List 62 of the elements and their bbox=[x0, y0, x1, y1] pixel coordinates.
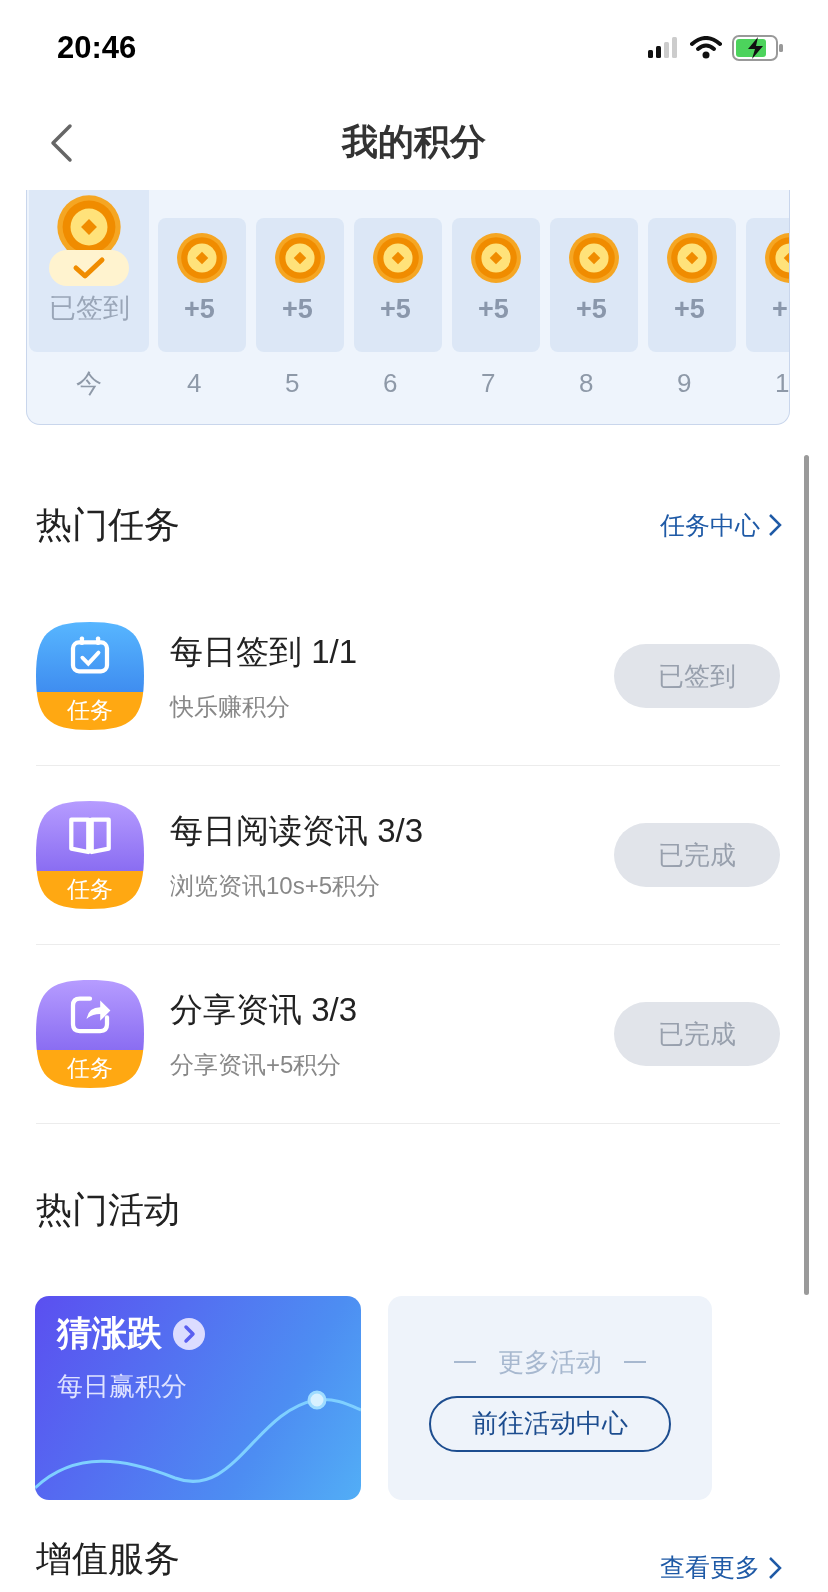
reward-label: +5 bbox=[477, 294, 509, 325]
day-tile[interactable]: 已签到 bbox=[29, 190, 149, 352]
promo-subtitle: 每日赢积分 bbox=[57, 1370, 188, 1403]
promo-card[interactable]: 猜涨跌 每日赢积分 bbox=[35, 1296, 361, 1500]
signal-icon bbox=[648, 35, 680, 60]
task-subtitle: 浏览资讯10s+5积分 bbox=[170, 870, 382, 901]
section-title: 热门任务 bbox=[36, 502, 180, 547]
coin-icon bbox=[568, 232, 620, 284]
view-more-link[interactable]: 查看更多 bbox=[660, 1551, 782, 1584]
promo-title: 猜涨跌 bbox=[57, 1312, 162, 1354]
check-icon bbox=[49, 250, 129, 286]
page-title: 我的积分 bbox=[342, 120, 486, 164]
status-time: 20:46 bbox=[57, 29, 137, 66]
coin-icon bbox=[176, 232, 228, 284]
day-label: 今 bbox=[75, 367, 103, 400]
task-label: 任务 bbox=[66, 695, 114, 725]
coin-icon bbox=[470, 232, 522, 284]
arrow-circle-icon bbox=[172, 1316, 206, 1351]
coin-icon bbox=[666, 232, 718, 284]
day-tile[interactable]: +5 bbox=[452, 218, 540, 352]
chevron-icon bbox=[768, 513, 782, 537]
task-title: 每日签到 1/1 bbox=[170, 631, 359, 672]
task-icon bbox=[36, 980, 144, 1088]
task-title: 每日阅读资讯 3/3 bbox=[170, 810, 425, 851]
section-title: 增值服务 bbox=[36, 1537, 180, 1581]
day-label: 5 bbox=[284, 367, 301, 400]
day-tile[interactable]: +5 bbox=[158, 218, 246, 352]
task-label: 任务 bbox=[66, 1053, 114, 1083]
section-title: 热门活动 bbox=[36, 1187, 180, 1232]
task-icon bbox=[36, 801, 144, 909]
reward-label: +5 bbox=[281, 294, 313, 325]
day-label: 8 bbox=[578, 367, 595, 400]
day-tile[interactable]: + bbox=[746, 218, 789, 352]
battery-icon bbox=[732, 34, 784, 61]
day-label: 6 bbox=[382, 367, 399, 400]
activity-center-button[interactable]: 前往活动中心 bbox=[429, 1395, 671, 1452]
day-label: 7 bbox=[480, 367, 497, 400]
reward-label: +5 bbox=[575, 294, 607, 325]
day-tile[interactable]: +5 bbox=[550, 218, 638, 352]
day-tile[interactable]: +5 bbox=[648, 218, 736, 352]
task-label: 任务 bbox=[66, 874, 114, 904]
reward-label: + bbox=[771, 294, 788, 325]
reward-label: +5 bbox=[379, 294, 411, 325]
day-label: 9 bbox=[676, 367, 693, 400]
wifi-icon bbox=[690, 35, 722, 60]
day-tile[interactable]: +5 bbox=[354, 218, 442, 352]
chevron-icon bbox=[768, 1555, 782, 1580]
coin-icon bbox=[274, 232, 326, 284]
task-subtitle: 快乐赚积分 bbox=[170, 691, 291, 722]
reward-label: +5 bbox=[183, 294, 215, 325]
reward-label: +5 bbox=[673, 294, 705, 325]
day-label: 1 bbox=[774, 367, 789, 400]
back-icon[interactable] bbox=[48, 123, 74, 163]
reward-label: 已签到 bbox=[48, 292, 130, 325]
task-center-link[interactable]: 任务中心 bbox=[660, 508, 782, 542]
task-subtitle: 分享资讯+5积分 bbox=[170, 1049, 343, 1080]
task-icon bbox=[36, 622, 144, 730]
task-title: 分享资讯 3/3 bbox=[170, 989, 359, 1030]
day-tile[interactable]: +5 bbox=[256, 218, 344, 352]
coin-icon bbox=[372, 232, 424, 284]
day-label: 4 bbox=[186, 367, 203, 400]
more-activities-label: 更多活动 bbox=[498, 1345, 602, 1379]
